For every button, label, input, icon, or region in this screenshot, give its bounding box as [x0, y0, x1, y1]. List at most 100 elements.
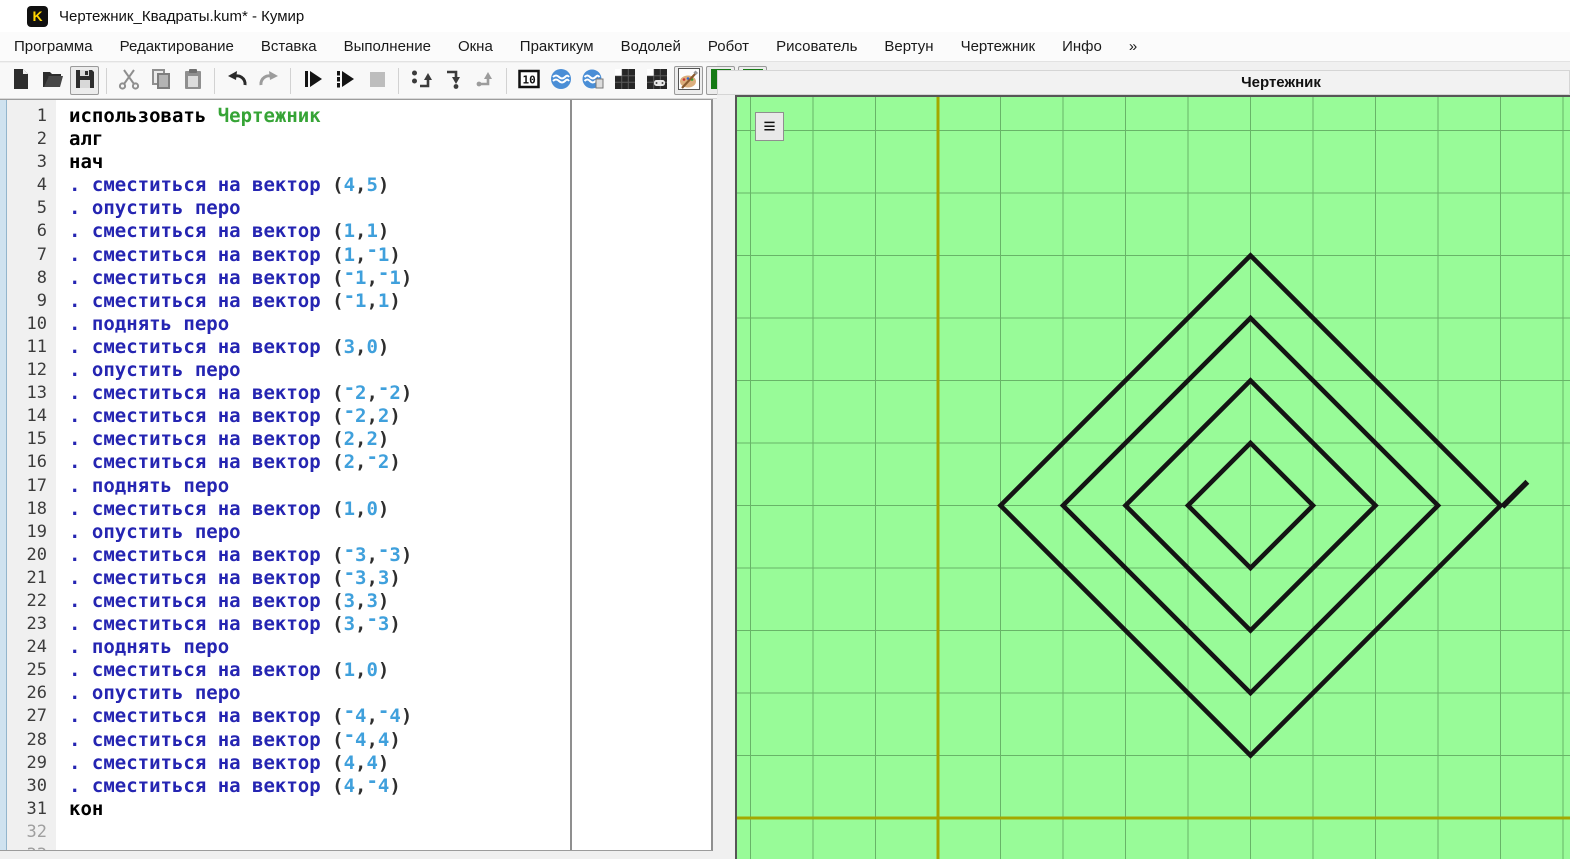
menu-item-11[interactable]: Чертежник	[961, 38, 1036, 55]
code-line[interactable]: 29. сместиться на вектор (4,4)	[7, 752, 709, 775]
editor-left-strip	[0, 100, 7, 850]
copy-icon	[149, 67, 173, 94]
toolbar-separator	[290, 68, 291, 94]
code-line[interactable]: 22. сместиться на вектор (3,3)	[7, 590, 709, 613]
undo-button[interactable]	[222, 66, 251, 95]
code-line[interactable]: 3нач	[7, 151, 709, 174]
code-line[interactable]: 10. поднять перо	[7, 313, 709, 336]
code-line[interactable]: 17. поднять перо	[7, 475, 709, 498]
code-line[interactable]: 24. поднять перо	[7, 636, 709, 659]
robot-field-button[interactable]	[610, 66, 639, 95]
code-line[interactable]: 9. сместиться на вектор (-1,1)	[7, 290, 709, 313]
code-line[interactable]: 13. сместиться на вектор (-2,-2)	[7, 382, 709, 405]
new-file-button[interactable]	[6, 66, 35, 95]
line-number: 20	[7, 544, 56, 567]
line-number: 24	[7, 636, 56, 659]
code-line[interactable]: 6. сместиться на вектор (1,1)	[7, 220, 709, 243]
line-number: 3	[7, 151, 56, 174]
code-line[interactable]: 30. сместиться на вектор (4,-4)	[7, 775, 709, 798]
code-text: . сместиться на вектор (3,3)	[56, 590, 389, 613]
code-text: . сместиться на вектор (2,2)	[56, 428, 389, 451]
code-text: . поднять перо	[56, 475, 229, 498]
code-line[interactable]: 31кон	[7, 798, 709, 821]
stop-button[interactable]	[362, 66, 391, 95]
code-line[interactable]: 8. сместиться на вектор (-1,-1)	[7, 267, 709, 290]
code-text: . сместиться на вектор (-4,-4)	[56, 705, 412, 728]
code-line[interactable]: 32	[7, 821, 709, 844]
app-logo-icon: K	[27, 6, 48, 27]
paste-button[interactable]	[178, 66, 207, 95]
menu-item-4[interactable]: Выполнение	[344, 38, 431, 55]
code-line[interactable]: 4. сместиться на вектор (4,5)	[7, 174, 709, 197]
code-line[interactable]: 33	[7, 844, 709, 851]
code-line[interactable]: 23. сместиться на вектор (3,-3)	[7, 613, 709, 636]
code-line[interactable]: 20. сместиться на вектор (-3,-3)	[7, 544, 709, 567]
menu-item-9[interactable]: Рисователь	[776, 38, 857, 55]
code-line[interactable]: 19. опустить перо	[7, 521, 709, 544]
code-line[interactable]: 7. сместиться на вектор (1,-1)	[7, 244, 709, 267]
step-out-button[interactable]	[470, 66, 499, 95]
code-line[interactable]: 5. опустить перо	[7, 197, 709, 220]
robot-button[interactable]	[642, 66, 671, 95]
step-into-button[interactable]	[438, 66, 467, 95]
code-line[interactable]: 27. сместиться на вектор (-4,-4)	[7, 705, 709, 728]
code-text	[56, 821, 69, 844]
drawer-panel-header: Чертежник	[717, 70, 1570, 95]
code-text: . сместиться на вектор (4,4)	[56, 752, 389, 775]
line-number: 23	[7, 613, 56, 636]
code-line[interactable]: 11. сместиться на вектор (3,0)	[7, 336, 709, 359]
robot-icon	[645, 67, 669, 94]
code-text: . сместиться на вектор (1,0)	[56, 498, 389, 521]
code-line[interactable]: 1использовать Чертежник	[7, 105, 709, 128]
code-text: . сместиться на вектор (1,0)	[56, 659, 389, 682]
menu-item-5[interactable]: Окна	[458, 38, 493, 55]
menu-item-10[interactable]: Вертун	[884, 38, 933, 55]
cut-icon	[117, 67, 141, 94]
vodoley-button[interactable]	[546, 66, 575, 95]
code-line[interactable]: 12. опустить перо	[7, 359, 709, 382]
menu-item-2[interactable]: Редактирование	[120, 38, 234, 55]
line-number: 1	[7, 105, 56, 128]
menu-item-12[interactable]: Инфо	[1062, 38, 1102, 55]
vodoley-tools-button[interactable]	[578, 66, 607, 95]
menu-overflow[interactable]: »	[1129, 38, 1137, 55]
cut-button[interactable]	[114, 66, 143, 95]
drawer-menu-button[interactable]: ≡	[755, 112, 784, 141]
run-step-button[interactable]	[330, 66, 359, 95]
code-line[interactable]: 18. сместиться на вектор (1,0)	[7, 498, 709, 521]
code-text: . сместиться на вектор (-1,1)	[56, 290, 401, 313]
line-number: 31	[7, 798, 56, 821]
code-line[interactable]: 16. сместиться на вектор (2,-2)	[7, 451, 709, 474]
code-line[interactable]: 28. сместиться на вектор (-4,4)	[7, 729, 709, 752]
menu-item-1[interactable]: Программа	[14, 38, 93, 55]
code-line[interactable]: 26. опустить перо	[7, 682, 709, 705]
line-number: 7	[7, 244, 56, 267]
code-text: использовать Чертежник	[56, 105, 321, 128]
code-line[interactable]: 14. сместиться на вектор (-2,2)	[7, 405, 709, 428]
robot-field-icon	[613, 67, 637, 94]
line-number: 10	[7, 313, 56, 336]
menu-item-3[interactable]: Вставка	[261, 38, 317, 55]
menu-bar: Программа Редактирование Вставка Выполнение…	[0, 32, 1570, 62]
menu-item-8[interactable]: Робот	[708, 38, 749, 55]
risovatel-button[interactable]	[674, 66, 703, 95]
redo-button[interactable]	[254, 66, 283, 95]
menu-item-6[interactable]: Практикум	[520, 38, 594, 55]
run-button[interactable]	[298, 66, 327, 95]
code-line[interactable]: 2алг	[7, 128, 709, 151]
code-line[interactable]: 25. сместиться на вектор (1,0)	[7, 659, 709, 682]
title-bar: K Чертежник_Квадраты.kum* - Кумир	[0, 0, 1570, 32]
code-editor[interactable]: 1использовать Чертежник2алг3нач4. смести…	[0, 99, 713, 851]
step-over-button[interactable]	[406, 66, 435, 95]
code-line[interactable]: 15. сместиться на вектор (2,2)	[7, 428, 709, 451]
line-number: 8	[7, 267, 56, 290]
save-button[interactable]	[70, 66, 99, 95]
line-number: 27	[7, 705, 56, 728]
console-10-button[interactable]: 10	[514, 66, 543, 95]
line-number: 14	[7, 405, 56, 428]
copy-button[interactable]	[146, 66, 175, 95]
open-folder-button[interactable]	[38, 66, 67, 95]
console-10-icon: 10	[517, 67, 541, 94]
code-line[interactable]: 21. сместиться на вектор (-3,3)	[7, 567, 709, 590]
menu-item-7[interactable]: Водолей	[621, 38, 681, 55]
